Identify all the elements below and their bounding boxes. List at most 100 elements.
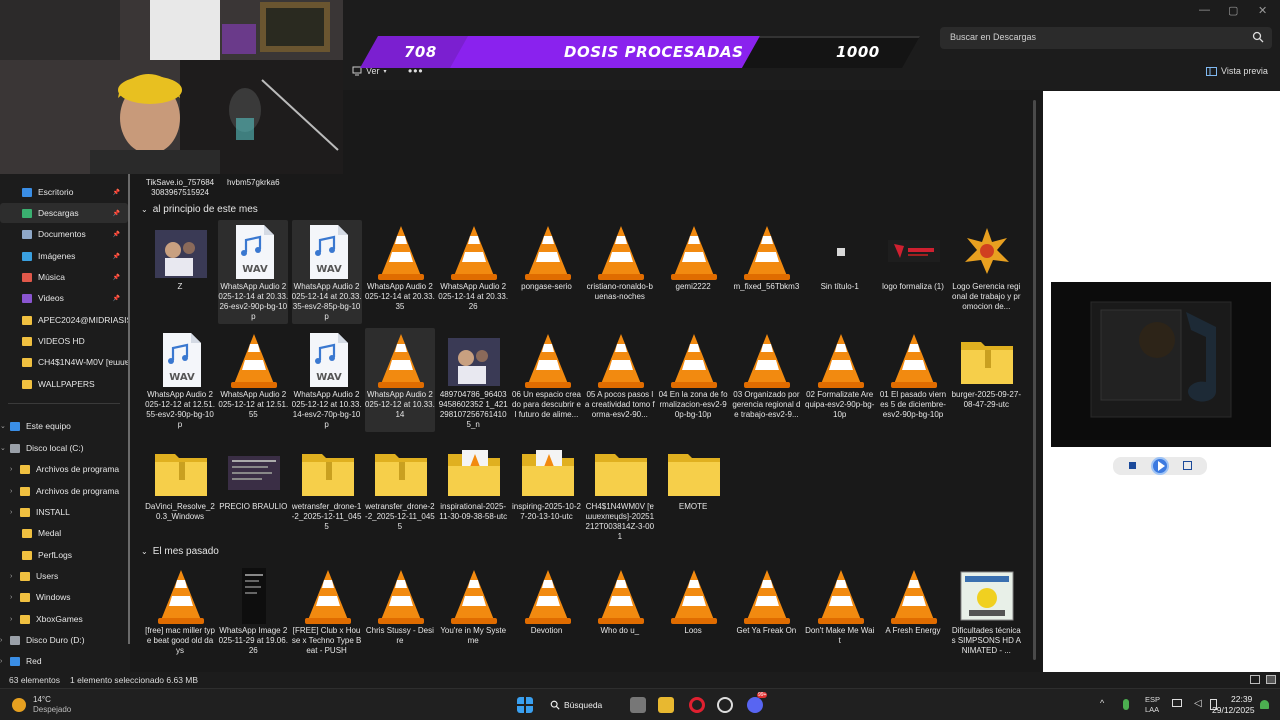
file-item[interactable]: inspiring-2025-10-27-20-13-10-utc [512,440,582,544]
sidebar-item[interactable]: › Users [0,566,128,586]
details-view-button[interactable] [1250,675,1260,684]
file-item[interactable]: burger-2025-09-27-08-47-29-utc [951,328,1021,432]
file-item[interactable]: 01 El pasado viernes 5 de diciembre-esv2… [878,328,948,432]
sidebar-item[interactable]: Escritorio 📌 [0,182,128,202]
sidebar-item[interactable]: › INSTALL [0,502,128,522]
group-header[interactable]: ⌄ El mes pasado [141,546,219,557]
file-item[interactable]: A Fresh Energy [878,564,948,668]
open-external-button[interactable] [1183,461,1192,470]
file-item[interactable]: Z [145,220,215,324]
sidebar-item[interactable]: Imágenes 📌 [0,246,128,266]
file-item[interactable]: Get Ya Freak On [731,564,801,668]
file-item[interactable]: Who do u_ [585,564,655,668]
search-input[interactable]: Buscar en Descargas [940,27,1272,49]
sidebar-item[interactable]: CH4$1N4W-M0V [ɐɯuɐ [0,352,128,372]
language-secondary[interactable]: LAA [1145,705,1159,714]
file-item[interactable]: Chris Stussy - Desire [365,564,435,668]
file-item[interactable]: pongase-serio [512,220,582,324]
file-item[interactable]: Logo Gerencia regional de trabajo y prom… [951,220,1021,324]
sidebar-item[interactable]: Música 📌 [0,267,128,287]
sidebar-item[interactable]: › Archivos de programa [0,459,128,479]
language-primary[interactable]: ESP [1145,695,1160,704]
expand-chevron-icon[interactable]: › [10,594,20,601]
sidebar-item[interactable]: › Red [0,651,128,671]
file-label-partial[interactable]: hvbm57gkrka6 [218,178,288,188]
sidebar-item[interactable]: PerfLogs [0,545,128,565]
sidebar-item[interactable]: › Windows [0,587,128,607]
expand-chevron-icon[interactable]: › [10,573,20,580]
file-item[interactable]: DaVinci_Resolve_20.3_Windows [145,440,215,544]
minimize-button[interactable]: — [1199,4,1210,16]
file-item[interactable]: EMOTE [658,440,728,544]
file-item[interactable]: Devotion [512,564,582,668]
file-item[interactable]: inspirational-2025-11-30-09-38-58-utc [438,440,508,544]
expand-chevron-icon[interactable]: ⌄ [0,444,10,452]
file-view-scrollbar[interactable] [1033,100,1036,660]
group-header[interactable]: ⌄ al principio de este mes [141,204,258,215]
file-item[interactable]: cristiano-ronaldo-buenas-noches [585,220,655,324]
file-explorer-icon[interactable] [658,697,674,713]
file-item[interactable]: 02 Formalizate Arequipa-esv2-90p-bg-10p [805,328,875,432]
sidebar-item[interactable]: APEC2024@MIDRIASIS [0,310,128,330]
file-item[interactable]: 03 Organizado por gerencia regional de t… [731,328,801,432]
stop-button[interactable] [1129,462,1136,469]
preview-pane-button[interactable]: Vista previa [1206,66,1268,76]
opera-icon[interactable] [689,697,705,713]
file-item[interactable]: WhatsApp Audio 2025-12-14 at 20.33.26 [438,220,508,324]
sidebar-item[interactable]: ⌄ Este equipo [0,416,128,436]
volume-icon[interactable]: ◁ [1194,698,1202,709]
file-item[interactable]: WhatsApp Audio 2025-12-12 at 10.33.14 [364,328,435,432]
file-item[interactable]: logo formaliza (1) [878,220,948,324]
clock-time[interactable]: 22:39 [1231,694,1252,704]
file-item[interactable]: gemi2222 [658,220,728,324]
sidebar-item[interactable]: › Archivos de programa [0,481,128,501]
file-item[interactable]: Loos [658,564,728,668]
sidebar-item[interactable]: Documentos 📌 [0,224,128,244]
file-item[interactable]: m_fixed_56Tbkm3 [731,220,801,324]
expand-chevron-icon[interactable]: ⌄ [0,422,10,430]
collapse-chevron-icon[interactable]: ⌄ [141,205,148,214]
file-item[interactable]: 06 Un espacio creado para descubrir el f… [512,328,582,432]
file-item[interactable]: WAV WhatsApp Audio 2025-12-14 at 20.33.35… [291,220,362,324]
clock-date[interactable]: 29/12/2025 [1212,705,1255,715]
file-item[interactable]: [FREE] Club x House x Techno Type Beat -… [292,564,362,668]
sidebar-scrollbar[interactable] [128,174,130,644]
task-view-icon[interactable] [630,697,646,713]
file-label-partial[interactable]: TikSave.io_7576843083967515924 [145,178,215,198]
file-item[interactable]: [free] mac miller type beat good old day… [145,564,215,668]
tiles-view-button[interactable] [1266,675,1276,684]
file-item[interactable]: 489704786_964039458602352 1_421298107256… [438,328,508,432]
file-item[interactable]: wetransfer_drone-1-2_2025-12-11_0455 [292,440,362,544]
file-item[interactable]: Sin título-1 [805,220,875,324]
file-item[interactable]: WAV WhatsApp Audio 2025-12-14 at 20.33.26… [218,220,289,324]
file-item[interactable]: WAV WhatsApp Audio 2025-12-12 at 12.51.55… [145,328,215,432]
chevron-up-icon[interactable]: ^ [1100,698,1104,708]
capcut-icon[interactable] [717,697,733,713]
sidebar-item[interactable]: VIDEOS HD [0,331,128,351]
sidebar-item[interactable]: Medal [0,523,128,543]
file-item[interactable]: PRECIO BRAULIO [218,440,288,544]
file-item[interactable]: 04 En la zona de formalizacion-esv2-90p-… [658,328,728,432]
file-item[interactable]: WAV WhatsApp Audio 2025-12-12 at 10.33.14… [292,328,362,432]
file-item[interactable]: You're in My Systeme [438,564,508,668]
file-item[interactable]: wetransfer_drone-2-2_2025-12-11_0455 [365,440,435,544]
expand-chevron-icon[interactable]: › [10,509,20,516]
file-item[interactable]: WhatsApp Audio 2025-12-14 at 20.33.35 [365,220,435,324]
expand-chevron-icon[interactable]: › [0,658,10,665]
sidebar-item[interactable]: › Disco Duro (D:) [0,630,128,650]
discord-icon[interactable] [747,697,763,713]
sidebar-item[interactable]: Descargas 📌 [0,203,128,223]
file-item[interactable]: 05 A pocos pasos la creatividad tomo for… [585,328,655,432]
expand-chevron-icon[interactable]: › [10,488,20,495]
expand-chevron-icon[interactable]: › [0,637,10,644]
maximize-button[interactable]: ▢ [1228,4,1238,17]
expand-chevron-icon[interactable]: › [10,616,20,623]
notifications-icon[interactable] [1260,700,1269,709]
file-item[interactable]: WhatsApp Audio 2025-12-12 at 12.51.55 [218,328,288,432]
microphone-icon[interactable] [1123,699,1129,710]
expand-chevron-icon[interactable]: › [10,466,20,473]
file-item[interactable]: Don't Make Me Wait [805,564,875,668]
sidebar-item[interactable]: ⌄ Disco local (C:) [0,438,128,458]
file-item[interactable]: WhatsApp Image 2025-11-29 at 19.06.26 [218,564,288,668]
file-item[interactable]: CH4$1N4WM0V [ɐɯuɐxnɐɥds]-20251212T003814… [585,440,655,544]
